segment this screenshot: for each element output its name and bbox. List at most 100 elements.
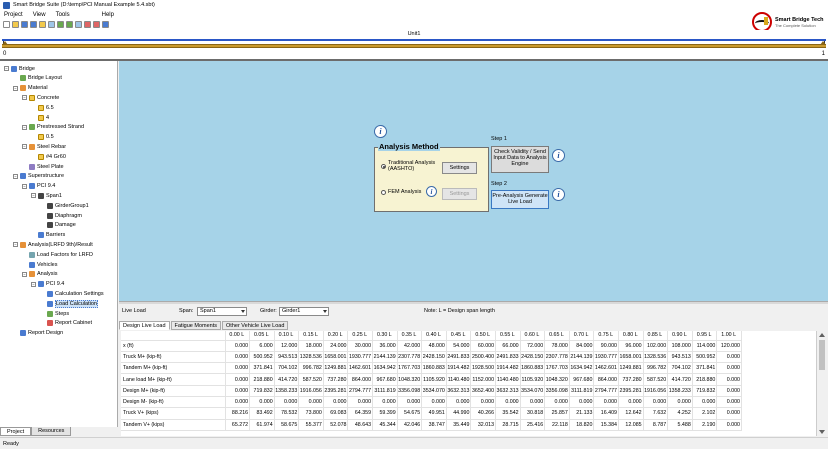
table-cell[interactable]: 54.675 <box>397 407 423 420</box>
column-header[interactable]: 0.35 L <box>397 331 423 341</box>
table-cell[interactable]: 371.841 <box>692 362 718 375</box>
table-cell[interactable]: 59.399 <box>372 407 398 420</box>
table-cell[interactable]: 108.000 <box>667 340 693 352</box>
table-cell[interactable]: 2144.139 <box>569 351 595 364</box>
save-icon[interactable] <box>21 21 28 28</box>
table-cell[interactable]: 1140.480 <box>446 373 472 386</box>
table-cell[interactable]: 3111.819 <box>372 385 398 397</box>
table-cell[interactable]: 0.000 <box>495 396 521 409</box>
import-icon[interactable] <box>66 21 73 28</box>
table-cell[interactable]: 1048.320 <box>544 373 570 386</box>
table-cell[interactable]: 0.000 <box>323 396 349 409</box>
tree-item[interactable]: #4 Gr60 <box>31 152 66 161</box>
table-cell[interactable]: 15.384 <box>593 419 619 431</box>
table-cell[interactable]: 2428.150 <box>421 351 447 364</box>
tree-item[interactable]: Diaphragm <box>40 211 82 220</box>
table-cell[interactable]: 3652.400 <box>470 385 497 397</box>
table-cell[interactable]: 1658.001 <box>323 351 349 364</box>
undo-icon[interactable] <box>84 21 91 28</box>
table-cell[interactable]: 21.133 <box>569 407 595 420</box>
table-cell[interactable]: 69.083 <box>323 407 349 420</box>
table-cell[interactable]: 3632.313 <box>495 385 521 397</box>
table-cell[interactable]: 65.272 <box>225 419 251 431</box>
copy-icon[interactable] <box>75 21 82 28</box>
table-cell[interactable]: 996.782 <box>298 362 324 375</box>
generate-live-load-button[interactable]: Pre-Analysis Generate Live Load <box>491 190 549 209</box>
tree-item[interactable]: Steps <box>40 309 69 318</box>
table-cell[interactable]: 114.000 <box>692 340 718 352</box>
table-cell[interactable]: 0.000 <box>225 385 251 397</box>
column-header[interactable]: 0.30 L <box>372 331 398 341</box>
table-cell[interactable]: 1767.703 <box>544 362 570 375</box>
table-cell[interactable]: 44.990 <box>446 407 472 420</box>
table-cell[interactable]: 704.102 <box>667 362 693 375</box>
table-cell[interactable]: 0.000 <box>618 396 644 409</box>
menu-project[interactable]: Project <box>4 12 23 18</box>
table-cell[interactable]: 0.000 <box>347 396 374 409</box>
table-cell[interactable]: 2395.281 <box>323 385 349 397</box>
table-cell[interactable]: 2.190 <box>692 419 718 431</box>
table-cell[interactable]: 3111.819 <box>569 385 595 397</box>
step1-info-icon[interactable]: i <box>552 149 565 162</box>
table-cell[interactable]: 5.488 <box>667 419 693 431</box>
table-cell[interactable]: 60.000 <box>470 340 497 352</box>
table-cell[interactable]: 996.782 <box>643 362 669 375</box>
table-cell[interactable]: 0.000 <box>716 396 742 409</box>
column-header[interactable]: 0.15 L <box>298 331 324 341</box>
table-cell[interactable]: 1634.942 <box>569 362 595 375</box>
table-cell[interactable]: 1860.883 <box>421 362 447 375</box>
table-cell[interactable]: 0.000 <box>446 396 472 409</box>
table-cell[interactable]: 2491.833 <box>495 351 521 364</box>
table-cell[interactable]: 3534.070 <box>421 385 447 397</box>
collapse-icon[interactable]: − <box>22 95 27 101</box>
tree-item[interactable]: Calculation Settings <box>40 289 104 298</box>
column-header[interactable]: 0.60 L <box>520 331 546 341</box>
redo-icon[interactable] <box>93 21 100 28</box>
collapse-icon[interactable]: − <box>13 85 18 91</box>
table-cell[interactable]: 0.000 <box>716 362 742 375</box>
table-cell[interactable]: 12.085 <box>618 419 644 431</box>
table-cell[interactable]: 943.513 <box>667 351 693 364</box>
table-cell[interactable]: 1916.056 <box>643 385 669 397</box>
save-as-icon[interactable] <box>30 21 37 28</box>
table-cell[interactable]: 737.280 <box>618 373 644 386</box>
scroll-up-icon[interactable] <box>819 333 825 337</box>
table-cell[interactable]: 2491.833 <box>446 351 472 364</box>
table-cell[interactable]: 16.409 <box>593 407 619 420</box>
table-cell[interactable]: 58.675 <box>274 419 300 431</box>
tree-item[interactable]: − Span1 <box>31 191 62 200</box>
table-cell[interactable]: 35.449 <box>446 419 472 431</box>
table-cell[interactable]: 1462.601 <box>347 362 374 375</box>
table-cell[interactable]: 48.643 <box>347 419 374 431</box>
table-cell[interactable]: 0.000 <box>716 407 742 420</box>
table-cell[interactable]: 84.000 <box>569 340 595 352</box>
table-cell[interactable]: 737.280 <box>323 373 349 386</box>
table-cell[interactable]: 22.118 <box>544 419 570 431</box>
table-cell[interactable]: 1358.233 <box>274 385 300 397</box>
table-cell[interactable]: 2395.281 <box>618 385 644 397</box>
table-cell[interactable]: 1105.920 <box>520 373 546 386</box>
tree-item[interactable]: 6.5 <box>31 103 54 112</box>
table-cell[interactable]: 0.000 <box>372 396 398 409</box>
tree-item[interactable]: − Concrete <box>22 93 59 102</box>
table-cell[interactable]: 0.000 <box>225 396 251 409</box>
column-header[interactable]: 0.80 L <box>618 331 644 341</box>
table-cell[interactable]: 500.952 <box>692 351 718 364</box>
table-cell[interactable]: 8.787 <box>643 419 669 431</box>
column-header[interactable]: 0.65 L <box>544 331 570 341</box>
column-header[interactable]: 0.00 L <box>225 331 251 341</box>
table-cell[interactable]: 0.000 <box>225 351 251 364</box>
new-icon[interactable] <box>3 21 10 28</box>
table-cell[interactable]: 25.416 <box>520 419 546 431</box>
tree-item[interactable]: Damage <box>40 221 76 230</box>
table-cell[interactable]: 3356.098 <box>544 385 570 397</box>
table-cell[interactable]: 0.000 <box>298 396 324 409</box>
table-cell[interactable]: 2144.139 <box>372 351 398 364</box>
table-cell[interactable]: 1767.703 <box>397 362 423 375</box>
table-cell[interactable]: 90.000 <box>593 340 619 352</box>
tree-item[interactable]: Load Factors for LRFD <box>22 250 93 259</box>
table-cell[interactable]: 30.000 <box>347 340 374 352</box>
tree-item[interactable]: 0.5 <box>31 133 54 142</box>
table-cell[interactable]: 38.747 <box>421 419 447 431</box>
column-header[interactable]: 0.85 L <box>643 331 669 341</box>
